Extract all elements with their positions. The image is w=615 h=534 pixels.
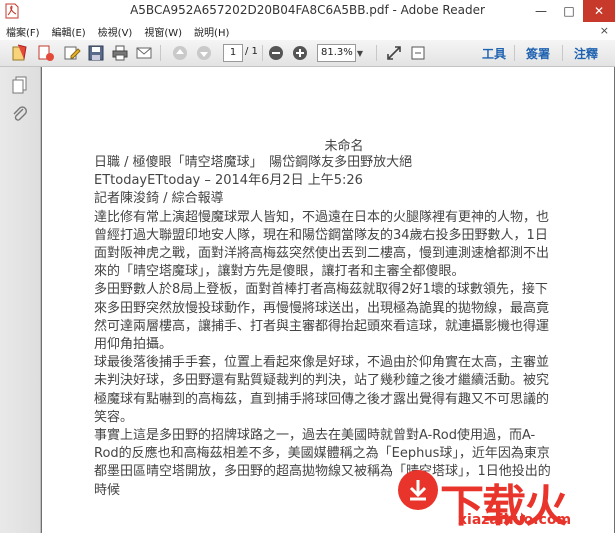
close-button[interactable]: ✕ (583, 0, 615, 22)
document-paragraph: 達比修有常上演超慢魔球眾人皆知，不過遠在日本的火腿隊裡有更神的人物，也曾經打過大… (94, 209, 550, 280)
create-pdf-icon[interactable] (10, 43, 30, 63)
zoom-out-icon[interactable] (266, 43, 286, 63)
toolbar: 1 / 1 81.3% ▼ 工具 簽署 注釋 (0, 40, 615, 67)
page-total: / 1 (245, 46, 258, 57)
combine-files-icon[interactable] (36, 43, 56, 63)
print-icon[interactable] (110, 43, 130, 63)
close-document-button[interactable]: × (600, 24, 609, 37)
document-title: 未命名 (324, 139, 364, 154)
menu-window[interactable]: 視窗(W) (138, 24, 188, 39)
document-author: 記者陳浚錡 / 綜合報導 (94, 191, 224, 207)
next-page-icon[interactable] (194, 43, 214, 63)
document-paragraph: 多田野數人於8局上登板，面對首棒打者高梅茲就取得2好1壞的球數領先，接下來多田野… (94, 282, 550, 353)
page-number-input[interactable]: 1 (223, 44, 243, 62)
menu-help[interactable]: 說明(H) (188, 24, 235, 39)
minimize-button[interactable]: — (527, 0, 555, 22)
document-source: ETtodayETtoday – 2014年6月2日 上午5:26 (94, 173, 363, 189)
menu-bar: 檔案(F) 編輯(E) 檢視(V) 視窗(W) 說明(H) × (0, 22, 615, 41)
save-icon[interactable] (86, 43, 106, 63)
previous-page-icon[interactable] (170, 43, 190, 63)
document-headline: 日職 / 極傻眼「晴空塔魔球」 陽岱鋼隊友多田野放大絕 (94, 155, 413, 170)
watermark-download-icon (398, 470, 438, 510)
menu-view[interactable]: 檢視(V) (92, 24, 139, 39)
title-bar: A5BCA952A657202D20B04FA8C6A5BB.pdf - Ado… (0, 0, 615, 23)
zoom-in-icon[interactable] (290, 43, 310, 63)
window-title: A5BCA952A657202D20B04FA8C6A5BB.pdf - Ado… (130, 3, 485, 17)
page-display-icon[interactable] (408, 43, 428, 63)
pdf-page[interactable]: 未命名 日職 / 極傻眼「晴空塔魔球」 陽岱鋼隊友多田野放大絕 ETtodayE… (42, 67, 614, 533)
attachments-icon[interactable] (10, 105, 30, 125)
edit-icon[interactable] (62, 43, 82, 63)
navigation-sidebar (0, 67, 41, 533)
page-thumbnails-icon[interactable] (10, 75, 30, 95)
document-paragraph: 球最後落後捕手手套，位置上看起來像是好球，不過由於仰角實在太高，主審並未判決好球… (94, 355, 550, 425)
zoom-dropdown-icon[interactable]: ▼ (355, 44, 365, 62)
maximize-button[interactable]: □ (555, 0, 583, 22)
comment-button[interactable]: 注釋 (574, 45, 598, 62)
sign-button[interactable]: 簽署 (526, 45, 550, 62)
tools-button[interactable]: 工具 (482, 45, 506, 62)
watermark-url: xiazaihuo.com (458, 512, 572, 528)
fit-page-icon[interactable] (384, 43, 404, 63)
menu-file[interactable]: 檔案(F) (0, 24, 46, 39)
menu-edit[interactable]: 編輯(E) (46, 24, 92, 39)
zoom-input[interactable]: 81.3% (317, 44, 356, 62)
document-content: 未命名 日職 / 極傻眼「晴空塔魔球」 陽岱鋼隊友多田野放大絕 ETtodayE… (94, 135, 554, 500)
email-icon[interactable] (134, 43, 154, 63)
